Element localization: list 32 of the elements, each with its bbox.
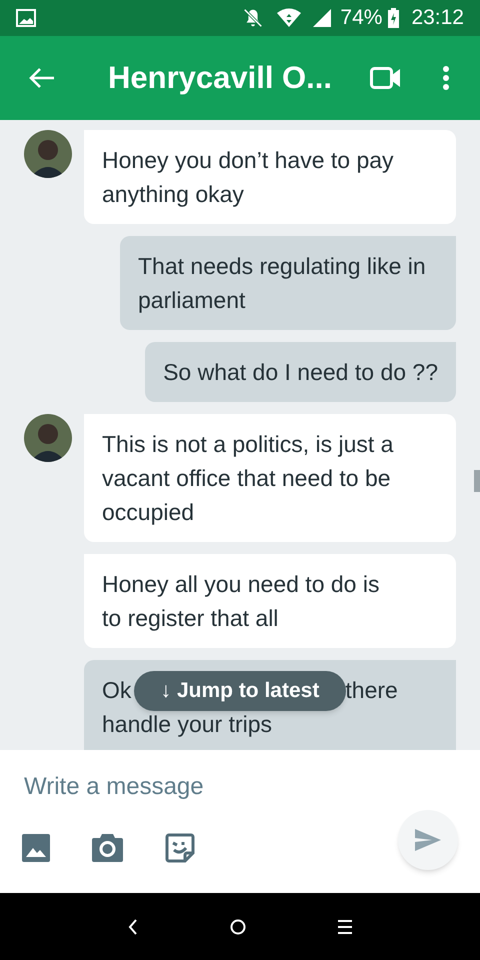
send-icon [415, 829, 441, 851]
battery-percent: 74% [340, 5, 382, 32]
camera-icon[interactable] [92, 834, 123, 862]
avatar[interactable] [24, 130, 72, 178]
message-text: Ok [102, 676, 132, 705]
back-nav-icon[interactable] [128, 918, 138, 934]
message-input[interactable]: Write a message [24, 770, 384, 804]
image-icon [16, 9, 36, 27]
message-bubble: Honey all you need to do is to register that all [84, 554, 456, 648]
more-vertical-icon [442, 65, 450, 91]
notifications-off-icon [242, 7, 264, 29]
video-camera-icon [370, 67, 402, 89]
message-text: there [345, 676, 398, 705]
send-button[interactable] [398, 810, 458, 870]
message-bubble: Honey you don’t have to pay anything okay [84, 130, 456, 224]
sticker-icon[interactable] [165, 833, 195, 863]
signal-icon [312, 8, 332, 28]
wifi-icon [276, 8, 302, 28]
chat-title: Henrycavill O... [108, 58, 332, 97]
battery-charging-icon [388, 8, 400, 28]
message-text: handle your trips [102, 710, 272, 739]
menu-nav-icon[interactable] [338, 920, 352, 934]
jump-to-latest-button[interactable]: ↓ Jump to latest [134, 671, 346, 711]
image-icon[interactable] [22, 834, 50, 862]
avatar[interactable] [24, 414, 72, 462]
scrollbar-thumb [474, 470, 480, 492]
clock: 23:12 [411, 5, 464, 32]
back-arrow-icon [29, 67, 55, 89]
home-nav-icon[interactable] [230, 918, 246, 934]
message-bubble: That needs regulating like in parliament [120, 236, 456, 330]
message-bubble: This is not a politics, is just a vacant office that need to be occupied [84, 414, 456, 542]
message-bubble: So what do I need to do ?? [145, 342, 456, 402]
